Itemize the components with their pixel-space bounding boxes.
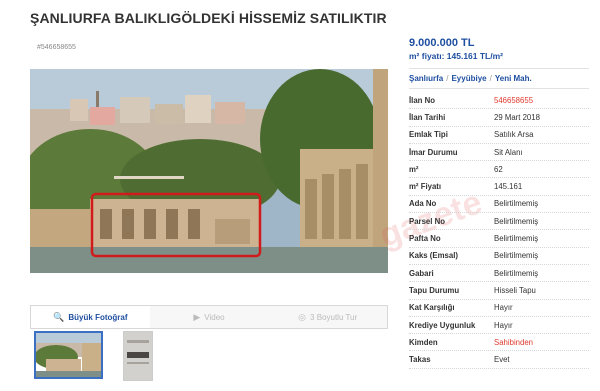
details-key: Krediye Uygunluk [409,320,476,330]
divider [409,88,589,89]
details-row: Ada No Belirtilmemiş [409,196,589,214]
details-key: m² [409,164,419,174]
main-photo[interactable] [30,69,388,273]
details-value: Sahibinden [494,337,534,347]
gallery-tabs: 🔍 Büyük Fotoğraf ▶ Video ◎ 3 Boyutlu Tur [30,305,388,329]
details-key: Takas [409,355,431,365]
details-row: Emlak Tipi Satılık Arsa [409,127,589,144]
details-row: Kimden Sahibinden [409,334,589,352]
details-row: Gabari Belirtilmemiş [409,265,589,283]
details-row: m² 62 [409,161,589,179]
details-key: Kat Karşılığı [409,303,455,313]
details-key: Kimden [409,337,438,347]
unit-price: m² fiyatı: 145.161 TL/m² [409,51,504,61]
details-value: 145.161 [494,182,523,192]
details-value: Belirtilmemiş [494,234,539,244]
details-value: Belirtilmemiş [494,199,539,209]
video-icon: ▶ [193,311,201,322]
details-value: Belirtilmemiş [494,251,539,261]
details-row: Pafta No Belirtilmemiş [409,230,589,248]
details-row: İlan Tarihi 29 Mart 2018 [409,109,589,127]
tab-big-photo-label: Büyük Fotoğraf [68,312,128,322]
details-value: Evet [494,355,510,365]
thumbnail-2[interactable] [123,331,153,381]
details-value: Hisseli Tapu [494,285,536,295]
details-key: m² Fiyatı [409,182,442,192]
details-row: m² Fiyatı 145.161 [409,178,589,196]
details-key: Tapu Durumu [409,285,460,295]
tour-icon: ◎ [298,311,307,322]
details-row: İmar Durumu Sit Alanı [409,144,589,162]
details-key: İmar Durumu [409,147,458,157]
breadcrumb-separator: / [446,74,449,83]
tab-video[interactable]: ▶ Video [150,306,269,328]
details-key: Kaks (Emsal) [409,251,458,261]
details-value: 62 [494,164,503,174]
details-key: Pafta No [409,234,441,244]
details-key: İlan No [409,95,435,105]
details-row: Parsel No Belirtilmemiş [409,213,589,231]
details-key: Ada No [409,199,437,209]
details-value: Hayır [494,303,513,313]
price: 9.000.000 TL [409,37,475,49]
breadcrumb-city[interactable]: Şanlıurfa [409,74,443,83]
details-key: İlan Tarihi [409,112,446,122]
details-row: İlan No 546658655 [409,92,589,110]
thumbnail-1[interactable] [34,331,103,379]
details-row: Tapu Durumu Hisseli Tapu [409,282,589,300]
details-row: Krediye Uygunluk Hayır [409,317,589,335]
breadcrumb-neighborhood[interactable]: Yeni Mah. [495,74,532,83]
details-value: 546658655 [494,95,534,105]
thumbnail-2-image [124,332,152,380]
thumbnail-1-image [36,333,101,377]
details-row: Takas Evet [409,351,589,369]
details-value: Hayır [494,320,513,330]
details-key: Emlak Tipi [409,130,448,140]
listing-title: ŞANLIURFA BALIKLIGÖLDEKİ HİSSEMİZ SATILI… [30,10,387,26]
details-row: Kat Karşılığı Hayır [409,300,589,317]
details-table: İlan No 546658655 İlan Tarihi 29 Mart 2018 E… [409,92,589,369]
details-value: Belirtilmemiş [494,216,539,226]
tab-big-photo[interactable]: 🔍 Büyük Fotoğraf [31,306,150,328]
main-photo-image [30,69,388,273]
details-row: Kaks (Emsal) Belirtilmemiş [409,248,589,265]
details-key: Parsel No [409,216,445,226]
details-key: Gabari [409,268,434,278]
listing-ref: #546658655 [37,44,76,51]
breadcrumb-separator: / [489,74,492,83]
breadcrumb: Şanlıurfa / Eyyübiye / Yeni Mah. [409,74,532,83]
divider [409,68,589,69]
details-value: 29 Mart 2018 [494,112,540,122]
details-value: Belirtilmemiş [494,268,539,278]
tab-3d-tour-label: 3 Boyutlu Tur [310,312,358,322]
tab-video-label: Video [204,312,225,322]
details-value: Satılık Arsa [494,130,534,140]
tab-3d-tour[interactable]: ◎ 3 Boyutlu Tur [268,306,387,328]
search-icon: 🔍 [53,311,65,322]
details-value: Sit Alanı [494,147,523,157]
breadcrumb-district[interactable]: Eyyübiye [451,74,486,83]
